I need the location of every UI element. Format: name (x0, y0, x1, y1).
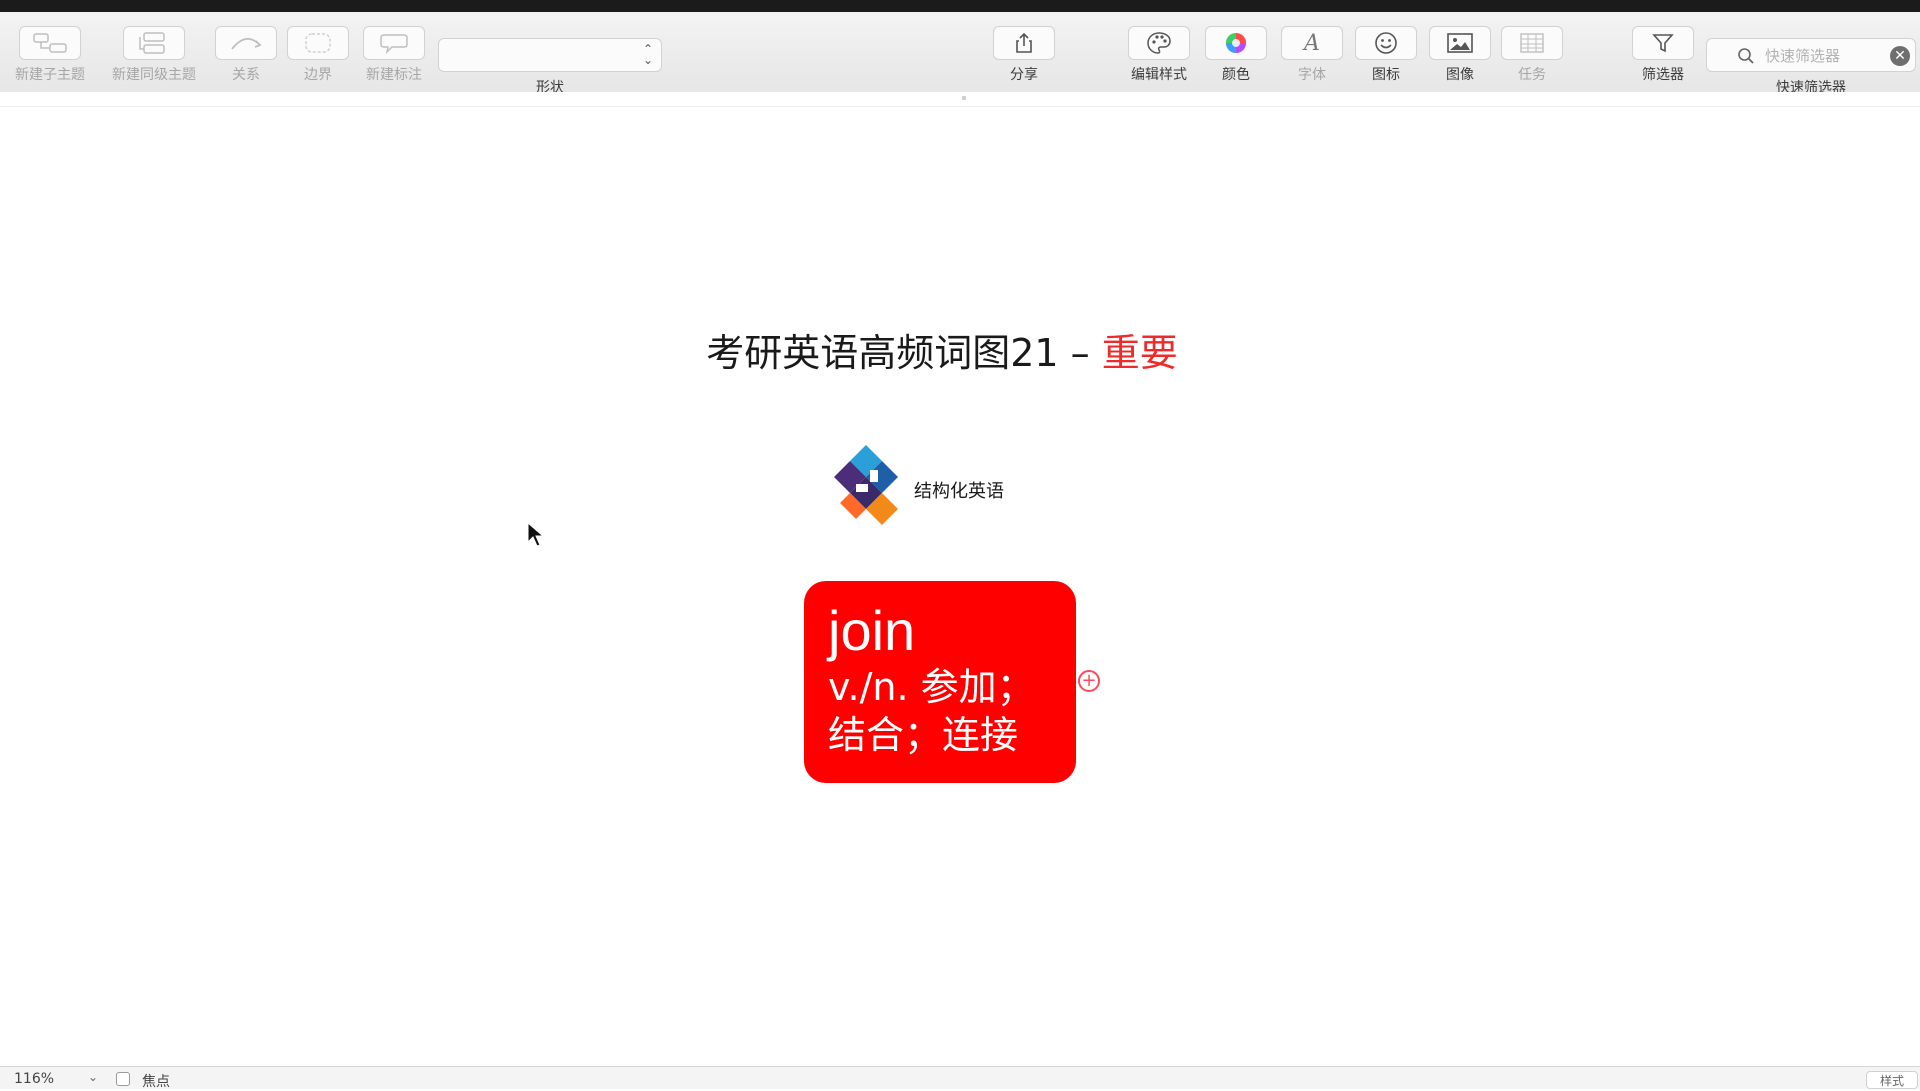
edit-style-tool[interactable]: 编辑样式 (1124, 12, 1194, 92)
color-tool[interactable]: 颜色 (1204, 12, 1268, 92)
new-callout-button[interactable] (363, 26, 425, 60)
map-title[interactable]: 考研英语高频词图21 – 重要 (0, 322, 1884, 377)
filter-button[interactable] (1632, 26, 1694, 60)
new-sibling-label: 新建同级主题 (112, 67, 196, 83)
font-a-icon: A (1304, 30, 1320, 56)
boundary-icon (305, 33, 331, 53)
color-wheel-icon (1226, 33, 1246, 53)
share-icon (1016, 32, 1032, 53)
style-panel-button[interactable]: 样式 (1866, 1071, 1918, 1089)
share-label: 分享 (1010, 67, 1038, 83)
mouse-cursor-icon (527, 522, 545, 547)
zoom-level[interactable]: 116% (14, 1071, 54, 1087)
sibling-topic-icon (139, 32, 165, 54)
edit-style-label: 编辑样式 (1131, 67, 1187, 83)
image-icon (1447, 33, 1473, 53)
boundary-tool[interactable]: 边界 (286, 12, 350, 92)
task-label: 任务 (1518, 67, 1546, 83)
subtopic-icon (33, 33, 67, 53)
icon-tool[interactable]: 图标 (1354, 12, 1418, 92)
central-topic[interactable]: join v./n. 参加； 结合；连接 (804, 581, 1076, 783)
funnel-icon (1652, 34, 1674, 53)
new-callout-label: 新建标注 (366, 67, 422, 83)
task-button[interactable] (1501, 26, 1563, 60)
callout-icon (380, 34, 408, 55)
icon-button[interactable] (1355, 26, 1417, 60)
ruler-marker (962, 96, 966, 100)
relationship-icon (231, 38, 262, 50)
focus-label: 焦点 (142, 1074, 170, 1090)
smiley-icon (1375, 32, 1397, 54)
new-subtopic-label: 新建子主题 (15, 67, 85, 83)
color-button[interactable] (1205, 26, 1267, 60)
search-icon (1738, 48, 1754, 64)
add-child-plus-icon[interactable]: + (1078, 670, 1100, 692)
share-tool[interactable]: 分享 (992, 12, 1056, 92)
toolbar: 新建子主题 新建同级主题 关系 边界 新建标注 ⌃ ⌄ 形状 分享 编辑样式 颜… (0, 12, 1920, 96)
zoom-chevron-down-icon[interactable]: ⌄ (88, 1070, 98, 1084)
window-top-strip (0, 0, 1920, 12)
task-table-icon (1520, 33, 1544, 53)
font-label: 字体 (1298, 67, 1326, 83)
logo-text: 结构化英语 (914, 481, 1004, 502)
structured-english-logo-icon[interactable] (826, 440, 926, 540)
relationship-tool[interactable]: 关系 (214, 12, 278, 92)
new-callout-tool[interactable]: 新建标注 (356, 12, 432, 92)
boundary-button[interactable] (287, 26, 349, 60)
font-tool[interactable]: A 字体 (1280, 12, 1344, 92)
quick-filter-input[interactable] (1763, 45, 1887, 67)
image-label: 图像 (1446, 67, 1474, 83)
shape-select[interactable]: ⌃ ⌄ (438, 38, 662, 72)
palette-icon (1147, 32, 1171, 54)
focus-checkbox[interactable] (116, 1072, 130, 1086)
color-label: 颜色 (1222, 67, 1250, 83)
quick-filter-search[interactable] (1706, 38, 1916, 72)
icon-label: 图标 (1372, 67, 1400, 83)
new-subtopic-tool[interactable]: 新建子主题 (8, 12, 92, 92)
topic-word: join (828, 599, 916, 662)
task-tool[interactable]: 任务 (1500, 12, 1564, 92)
edit-style-button[interactable] (1128, 26, 1190, 60)
status-bar: 116% ⌄ 焦点 样式 (0, 1066, 1920, 1090)
image-tool[interactable]: 图像 (1428, 12, 1492, 92)
new-sibling-button[interactable] (123, 26, 185, 60)
boundary-label: 边界 (304, 67, 332, 83)
relationship-label: 关系 (232, 67, 260, 83)
filter-tool[interactable]: 筛选器 (1630, 12, 1696, 92)
relationship-button[interactable] (215, 26, 277, 60)
clear-search-icon[interactable]: ✕ (1890, 46, 1910, 66)
topic-meaning-line1: v./n. 参加； (828, 665, 1035, 709)
new-sibling-tool[interactable]: 新建同级主题 (104, 12, 204, 92)
filter-label: 筛选器 (1642, 67, 1684, 83)
select-arrows-icon: ⌃ ⌄ (642, 42, 653, 67)
new-subtopic-button[interactable] (19, 26, 81, 60)
map-title-main: 考研英语高频词图21 – (706, 331, 1102, 375)
share-button[interactable] (993, 26, 1055, 60)
font-button[interactable]: A (1281, 26, 1343, 60)
image-button[interactable] (1429, 26, 1491, 60)
canvas-ruler (0, 92, 1920, 107)
map-title-highlight: 重要 (1101, 331, 1178, 375)
topic-meaning-line2: 结合；连接 (828, 713, 1019, 757)
